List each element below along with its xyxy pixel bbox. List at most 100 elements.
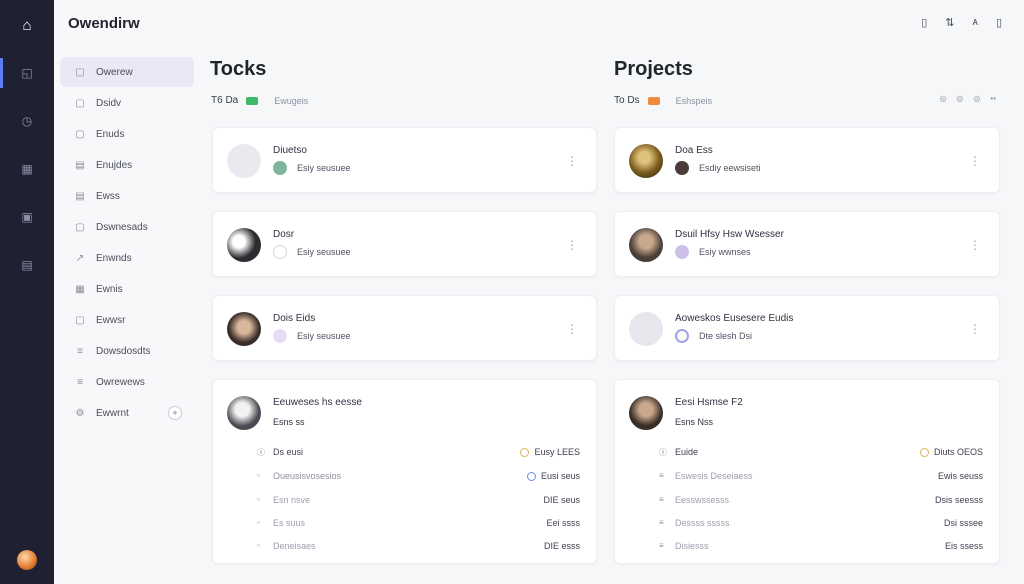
project-card-title: Aoweskos Eusesere Eudis — [675, 313, 794, 324]
sidebar-item-archive[interactable]: ▢ Ewwsr — [60, 305, 194, 335]
clock-icon[interactable]: ◷ — [0, 106, 54, 136]
row-value: Eei ssss — [546, 518, 580, 528]
files-icon: ▤ — [75, 190, 85, 202]
avatar — [629, 144, 663, 178]
row-label: Oueusisvosesios — [273, 471, 342, 481]
table-row[interactable]: ≡ Eswesis Deseiaess Ewis seuss — [615, 471, 999, 491]
status-icon — [273, 161, 287, 175]
sidebar-item-messages[interactable]: ≡ Owrewews — [60, 367, 194, 397]
sidebar-item-overview[interactable]: ▢ Owerew — [60, 57, 194, 87]
project-card[interactable]: Aoweskos Eusesere Eudis Dte slesh Dsi ⋮ — [614, 295, 1000, 361]
list-icon: ≡ — [77, 345, 83, 357]
share-icon[interactable]: ⇅ — [945, 16, 954, 29]
sidebar-item-files[interactable]: ▤ Ewss — [60, 181, 194, 211]
archive-icon: ▢ — [75, 314, 85, 326]
header-toolbar: ▯ ⇅ ᴀ ▯ — [921, 16, 1002, 29]
project-card[interactable]: Dsuil Hfsy Hsw Wsesser Esiy wwnses ⋮ — [614, 211, 1000, 277]
project-card-meta: Esdiy eewsiseti — [675, 161, 761, 175]
more-options-icon[interactable]: ⋮ — [566, 154, 578, 168]
sidebar-item-label: Owrewews — [96, 376, 145, 388]
filter-icon[interactable]: ◎ — [939, 94, 946, 103]
sidebar-item-list[interactable]: ≡ Dowsdosdts — [60, 336, 194, 366]
project-card-meta: Esiy wwnses — [675, 245, 751, 259]
more-options-icon[interactable]: ⋮ — [566, 238, 578, 252]
table-row[interactable]: ≡ Disiesss Eis ssess — [615, 541, 999, 561]
more-options-icon[interactable]: ⋮ — [969, 154, 981, 168]
projects-filter-label[interactable]: To Ds — [614, 95, 640, 106]
avatar — [629, 312, 663, 346]
sidebar-item-activity[interactable]: ↗ Enwnds — [60, 243, 194, 273]
sidebar-item-settings[interactable]: ⚙ Ewwrnt + — [60, 398, 194, 428]
table-row[interactable]: ▫ Es suus Eei ssss — [213, 518, 596, 538]
sidebar-item-team[interactable]: ▤ Enujdes — [60, 150, 194, 180]
sidebar-item-label: Owerew — [96, 66, 133, 78]
row-label: Eesswssesss — [675, 495, 730, 505]
save-icon[interactable]: ▯ — [921, 16, 927, 29]
task-detail-subtitle: Esns ss — [273, 417, 305, 427]
row-icon: ▫ — [257, 541, 260, 550]
grid-icon[interactable]: ▦ — [0, 154, 54, 184]
task-card-meta: Esiy seusuee — [273, 161, 351, 175]
avatar — [629, 396, 663, 430]
row-label: Ds eusi — [273, 447, 304, 457]
tasks-filter-link[interactable]: Ewugeis — [274, 96, 308, 106]
more-options-icon[interactable]: ⋮ — [969, 322, 981, 336]
dashboard-icon[interactable]: ◱ — [0, 58, 54, 88]
view-icon[interactable]: ◎ — [973, 94, 980, 103]
table-row[interactable]: ▫ Esn nsve DIE seus — [213, 495, 596, 515]
task-detail-card[interactable]: Eeuweses hs eesse Esns ss ⓢ Ds eusi Eusy… — [212, 379, 597, 564]
more-icon[interactable]: •• — [990, 94, 996, 103]
sidebar-item-label: Ewwrnt — [96, 407, 129, 419]
calendar-icon[interactable]: ▣ — [0, 202, 54, 232]
sidebar-item-calendar[interactable]: ▢ Dswnesads — [60, 212, 194, 242]
projects-filter: To Ds Eshspeis — [614, 95, 712, 106]
sidebar-item-reports[interactable]: ▦ Ewnis — [60, 274, 194, 304]
row-value: Dsi sssee — [943, 518, 983, 528]
sidebar-item-label: Dswnesads — [96, 221, 148, 233]
sidebar-item-label: Ewwsr — [96, 314, 126, 326]
more-options-icon[interactable]: ⋮ — [969, 238, 981, 252]
sidebar-item-label: Enujdes — [96, 159, 133, 171]
row-icon: ▫ — [257, 471, 260, 480]
sort-icon[interactable]: ◎ — [956, 94, 963, 103]
table-icon[interactable]: ▤ — [0, 250, 54, 280]
avatar — [629, 228, 663, 262]
task-card[interactable]: Dosr Esiy seusuee ⋮ — [212, 211, 597, 277]
avatar — [227, 144, 261, 178]
sidebar-item-projects[interactable]: ▢ Enuds — [60, 119, 194, 149]
table-row[interactable]: ≡ Dessss sssss Dsi sssee — [615, 518, 999, 538]
users-icon[interactable]: ᴀ — [972, 16, 977, 29]
tasks-title: Tocks — [210, 58, 267, 80]
table-row[interactable]: ▫ Oueusisvosesios Eusi seus — [213, 471, 596, 491]
folder-icon[interactable]: ▯ — [996, 16, 1002, 29]
table-row[interactable]: ⓢ Euide Diuts OEOS — [615, 447, 999, 467]
task-card[interactable]: Dois Eids Esiy seusuee ⋮ — [212, 295, 597, 361]
row-value: DIE seus — [543, 495, 580, 505]
user-avatar[interactable] — [17, 550, 37, 570]
sidebar-item-tasks[interactable]: ▢ Dsidv — [60, 88, 194, 118]
project-detail-card[interactable]: Eesi Hsmse F2 Esns Nss ⓢ Euide Diuts OEO… — [614, 379, 1000, 564]
row-label: Deneisaes — [273, 541, 316, 551]
more-options-icon[interactable]: ⋮ — [566, 322, 578, 336]
add-icon[interactable]: + — [168, 406, 182, 420]
row-icon: ⓢ — [659, 448, 667, 457]
projects-title: Projects — [614, 58, 693, 80]
project-card[interactable]: Doa Ess Esdiy eewsiseti ⋮ — [614, 127, 1000, 193]
project-card-title: Dsuil Hfsy Hsw Wsesser — [675, 229, 784, 240]
table-row[interactable]: ≡ Eesswssesss Dsis seesss — [615, 495, 999, 515]
table-row[interactable]: ▫ Deneisaes DIE esss — [213, 541, 596, 561]
row-icon: ⓢ — [257, 448, 265, 457]
home-icon[interactable]: ⌂ — [0, 10, 54, 40]
tasks-filter-label[interactable]: T6 Da — [211, 95, 238, 106]
row-label: Euide — [675, 447, 699, 457]
project-detail-title: Eesi Hsmse F2 — [675, 397, 743, 408]
projects-filter-link[interactable]: Eshspeis — [676, 96, 713, 106]
status-icon — [675, 329, 689, 343]
owner-avatar-icon — [675, 161, 689, 175]
row-value: Eis ssess — [944, 541, 983, 551]
task-card[interactable]: Diuetso Esiy seusuee ⋮ — [212, 127, 597, 193]
table-row[interactable]: ⓢ Ds eusi Eusy LEES — [213, 447, 596, 467]
projects-actions: ◎ ◎ ◎ •• — [939, 94, 996, 103]
row-icon: ≡ — [659, 541, 664, 550]
project-card-meta-text: Esiy wwnses — [699, 247, 751, 257]
